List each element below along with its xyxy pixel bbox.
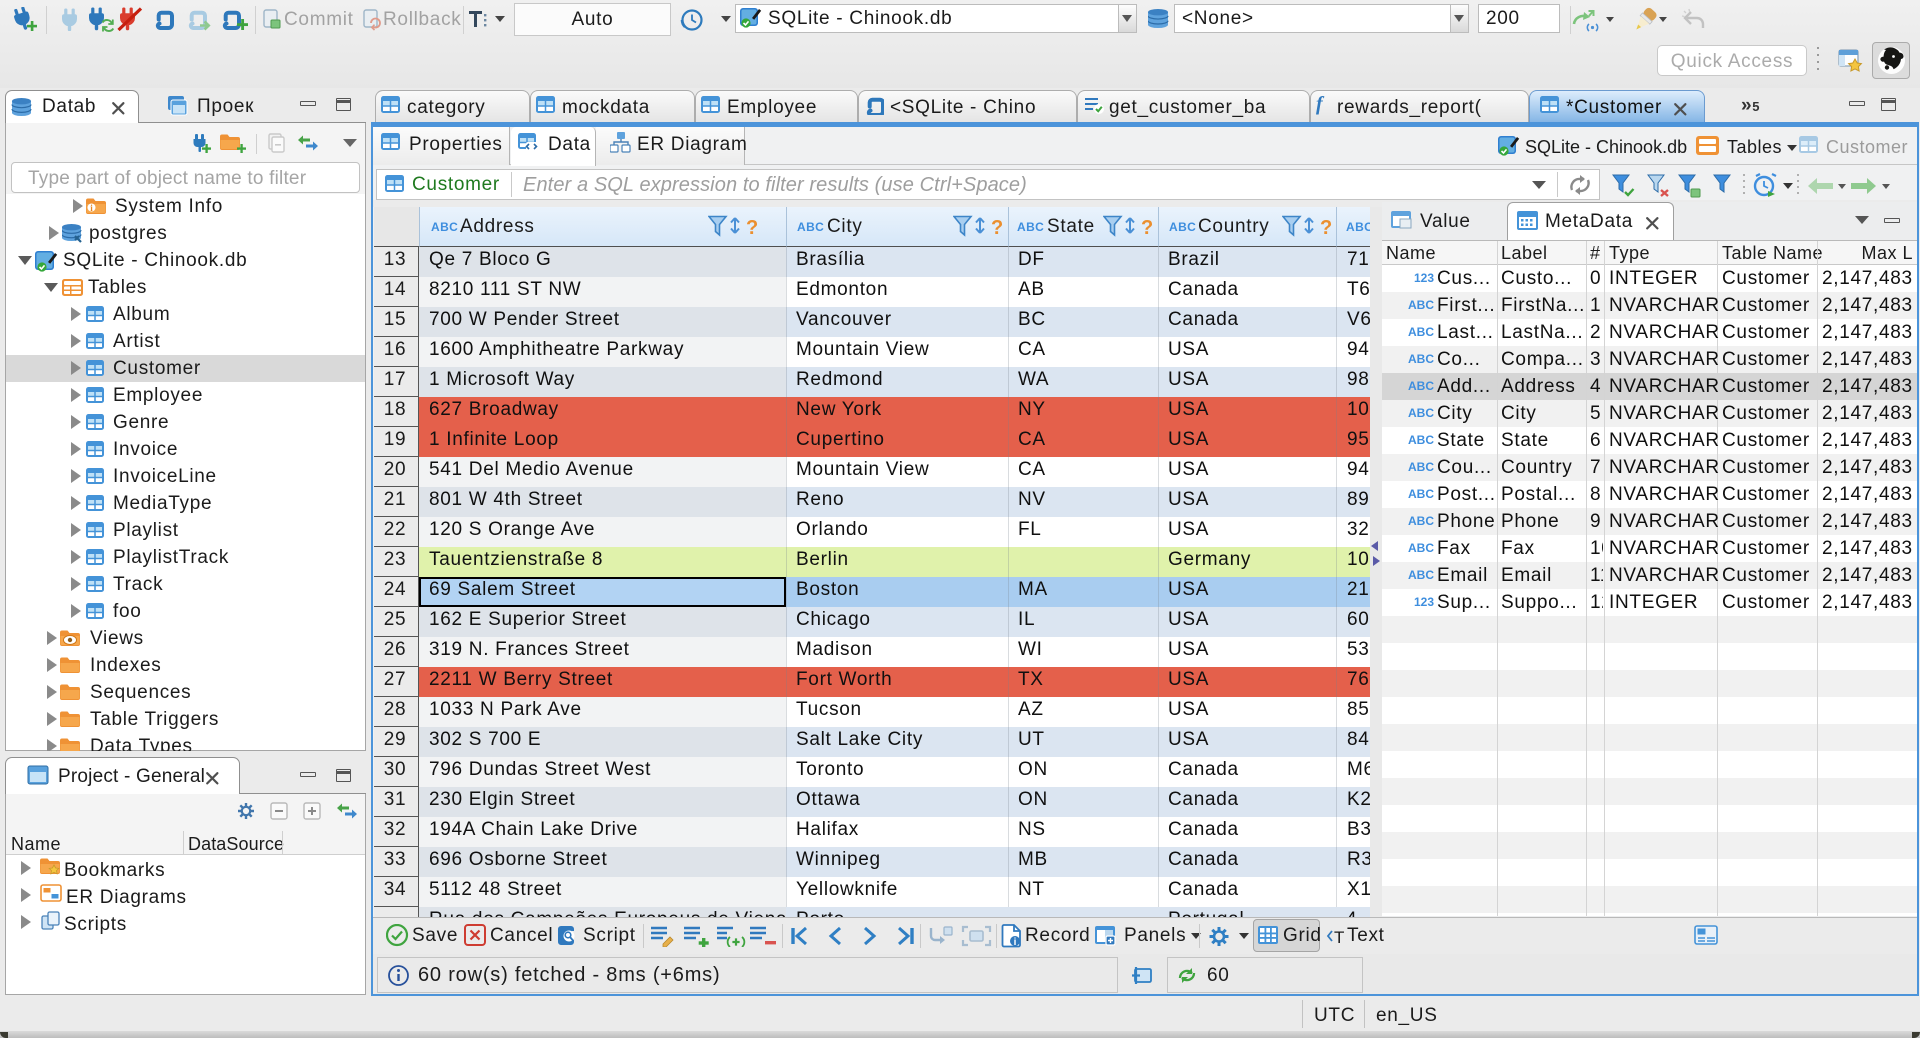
- svg-text:i: i: [1014, 937, 1017, 948]
- svg-text:?: ?: [746, 217, 758, 239]
- svg-text:?: ?: [991, 217, 1003, 239]
- svg-text:?: ?: [1320, 217, 1332, 239]
- svg-text:?: ?: [1141, 217, 1153, 239]
- svg-text:T: T: [1334, 928, 1344, 946]
